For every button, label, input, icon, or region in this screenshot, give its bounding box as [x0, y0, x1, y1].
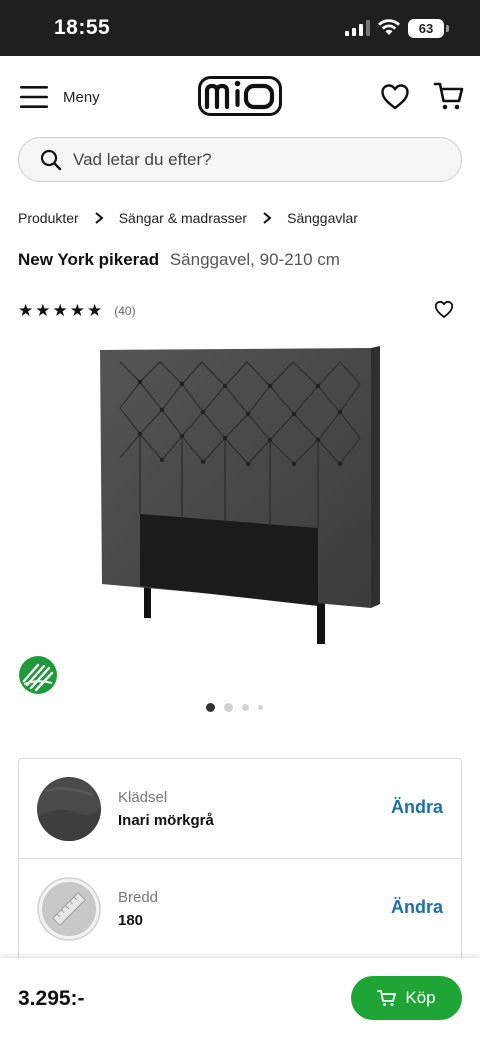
pagination-dot-active[interactable] [206, 703, 215, 712]
pagination-dot[interactable] [242, 704, 249, 711]
star-icon: ★ [69, 301, 85, 320]
pagination-dot[interactable] [258, 705, 263, 710]
change-width-button[interactable]: Ändra [391, 897, 443, 918]
option-row-width[interactable]: Bredd 180 Ändra [19, 859, 461, 959]
search-input[interactable]: Vad letar du efter? [18, 137, 462, 182]
wifi-icon [378, 19, 400, 35]
site-header: Meny [0, 56, 480, 136]
breadcrumb: Produkter Sängar & madrasser Sänggavlar [18, 210, 358, 226]
battery-level: 63 [408, 19, 444, 38]
breadcrumb-item-produkter[interactable]: Produkter [18, 210, 79, 226]
star-rating: ★ ★ ★ ★ ★ [18, 302, 104, 319]
cellular-signal-icon [345, 20, 370, 36]
wishlist-heart-icon[interactable] [380, 83, 410, 111]
product-title: New York pikerad Sänggavel, 90-210 cm [18, 250, 340, 270]
product-rating[interactable]: ★ ★ ★ ★ ★ (40) [18, 302, 136, 319]
product-price: 3.295:- [18, 987, 85, 1010]
favorite-heart-icon[interactable] [434, 300, 454, 319]
fabric-swatch [37, 777, 101, 841]
chevron-right-icon [263, 212, 272, 224]
hamburger-icon [20, 86, 48, 108]
width-ruler-icon [37, 877, 101, 941]
menu-label: Meny [63, 88, 100, 106]
review-count: (40) [114, 303, 136, 318]
status-time: 18:55 [54, 16, 111, 39]
option-value: Inari mörkgrå [118, 812, 214, 829]
search-icon [40, 149, 62, 170]
star-icon: ★ [52, 301, 68, 320]
option-row-fabric[interactable]: Klädsel Inari mörkgrå Ändra [19, 759, 461, 859]
chevron-right-icon [95, 212, 104, 224]
battery-nub [446, 25, 449, 32]
product-name: New York pikerad [18, 250, 160, 269]
star-icon: ★ [35, 301, 51, 320]
mio-logo[interactable] [198, 76, 282, 116]
product-subtitle: Sänggavel, 90-210 cm [169, 250, 340, 269]
buy-button[interactable]: Köp [351, 976, 462, 1020]
status-bar: 18:55 63 [0, 0, 480, 56]
search-placeholder: Vad letar du efter? [73, 149, 212, 169]
purchase-bar: 3.295:- Köp [0, 958, 480, 1039]
option-label: Klädsel [118, 789, 168, 806]
cart-icon [377, 990, 397, 1006]
breadcrumb-item-sanggavlar[interactable]: Sänggavlar [287, 210, 358, 226]
change-fabric-button[interactable]: Ändra [391, 797, 443, 818]
option-label: Bredd [118, 889, 159, 906]
breadcrumb-item-sangar-madrasser[interactable]: Sängar & madrasser [119, 210, 247, 226]
buy-label: Köp [405, 988, 436, 1007]
star-icon: ★ [18, 301, 34, 320]
image-pagination[interactable] [206, 703, 272, 712]
menu-button[interactable]: Meny [18, 82, 100, 112]
option-value: 180 [118, 912, 144, 929]
nordic-swan-ecolabel-icon [19, 656, 57, 694]
pagination-dot[interactable] [224, 703, 233, 712]
shopping-cart-icon[interactable] [433, 80, 465, 112]
star-icon: ★ [87, 301, 103, 320]
product-image[interactable] [90, 338, 390, 648]
